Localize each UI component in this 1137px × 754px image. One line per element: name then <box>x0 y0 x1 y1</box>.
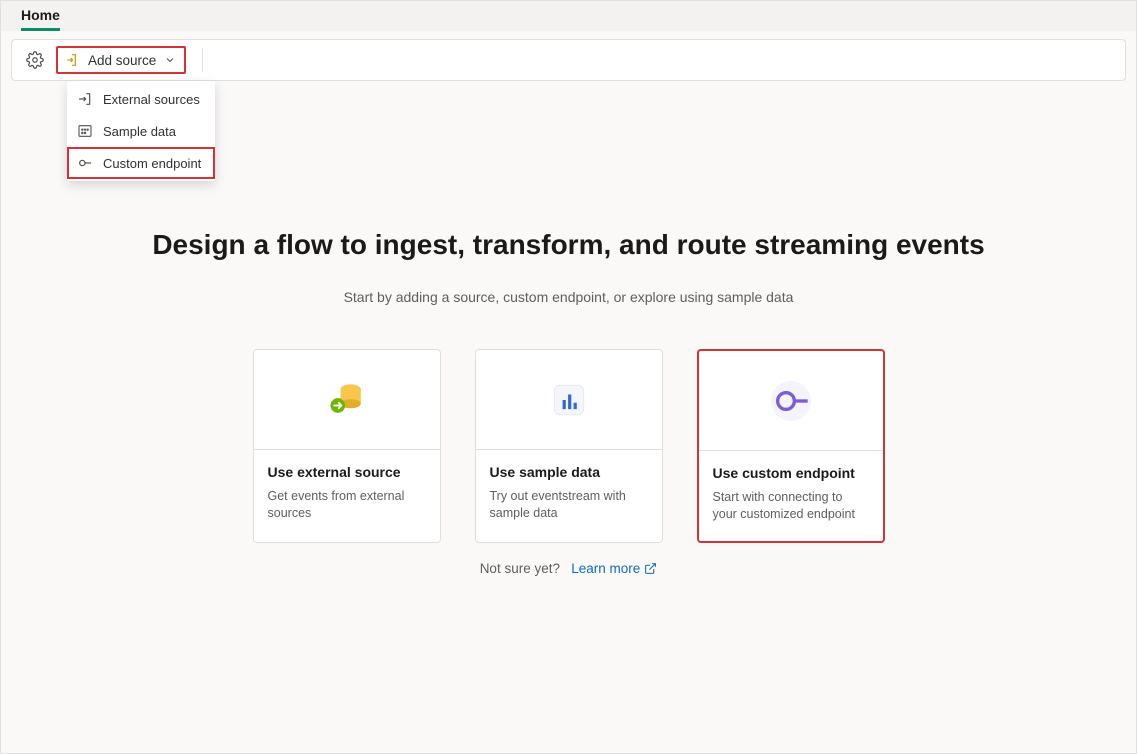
learn-more-label: Learn more <box>571 561 640 576</box>
arrow-into-bracket-icon <box>77 91 93 107</box>
card-thumb <box>254 350 440 450</box>
learn-more-link[interactable]: Learn more <box>571 561 657 576</box>
import-icon <box>66 52 82 68</box>
dropdown-item-label: Custom endpoint <box>103 156 201 171</box>
settings-button[interactable] <box>24 49 46 71</box>
external-link-icon <box>644 562 657 575</box>
toolbar-divider <box>202 48 203 72</box>
dropdown-item-label: Sample data <box>103 124 176 139</box>
card-thumb <box>699 351 883 451</box>
add-source-label: Add source <box>88 53 156 68</box>
card-title: Use sample data <box>490 464 648 480</box>
footer-prefix: Not sure yet? <box>480 561 560 576</box>
footer-note: Not sure yet? Learn more <box>1 561 1136 576</box>
tab-bar: Home <box>1 1 1136 31</box>
dropdown-item-sample-data[interactable]: Sample data <box>67 115 215 147</box>
tab-home-label: Home <box>21 7 60 23</box>
card-title: Use custom endpoint <box>713 465 869 481</box>
card-custom-endpoint[interactable]: Use custom endpoint Start with connectin… <box>697 349 885 543</box>
tab-home[interactable]: Home <box>21 2 60 31</box>
endpoint-icon <box>77 155 93 171</box>
card-desc: Start with connecting to your customized… <box>713 489 869 523</box>
ribbon-toolbar: Add source <box>11 39 1126 81</box>
bar-chart-icon <box>547 378 591 422</box>
card-desc: Get events from external sources <box>268 488 426 522</box>
chevron-down-icon <box>164 54 176 66</box>
page-subhead: Start by adding a source, custom endpoin… <box>1 289 1136 305</box>
card-desc: Try out eventstream with sample data <box>490 488 648 522</box>
option-cards-row: Use external source Get events from exte… <box>1 349 1136 543</box>
card-external-source[interactable]: Use external source Get events from exte… <box>253 349 441 543</box>
add-source-button[interactable]: Add source <box>56 46 186 74</box>
dropdown-item-label: External sources <box>103 92 200 107</box>
database-arrow-icon <box>325 378 369 422</box>
gear-icon <box>26 51 44 69</box>
card-title: Use external source <box>268 464 426 480</box>
dropdown-item-external-sources[interactable]: External sources <box>67 83 215 115</box>
page-headline: Design a flow to ingest, transform, and … <box>1 229 1136 261</box>
card-thumb <box>476 350 662 450</box>
empty-state: Design a flow to ingest, transform, and … <box>1 229 1136 576</box>
endpoint-icon <box>771 381 811 421</box>
dropdown-item-custom-endpoint[interactable]: Custom endpoint <box>67 147 215 179</box>
card-sample-data[interactable]: Use sample data Try out eventstream with… <box>475 349 663 543</box>
add-source-dropdown: External sources Sample data Custom endp… <box>67 81 215 181</box>
data-grid-icon <box>77 123 93 139</box>
